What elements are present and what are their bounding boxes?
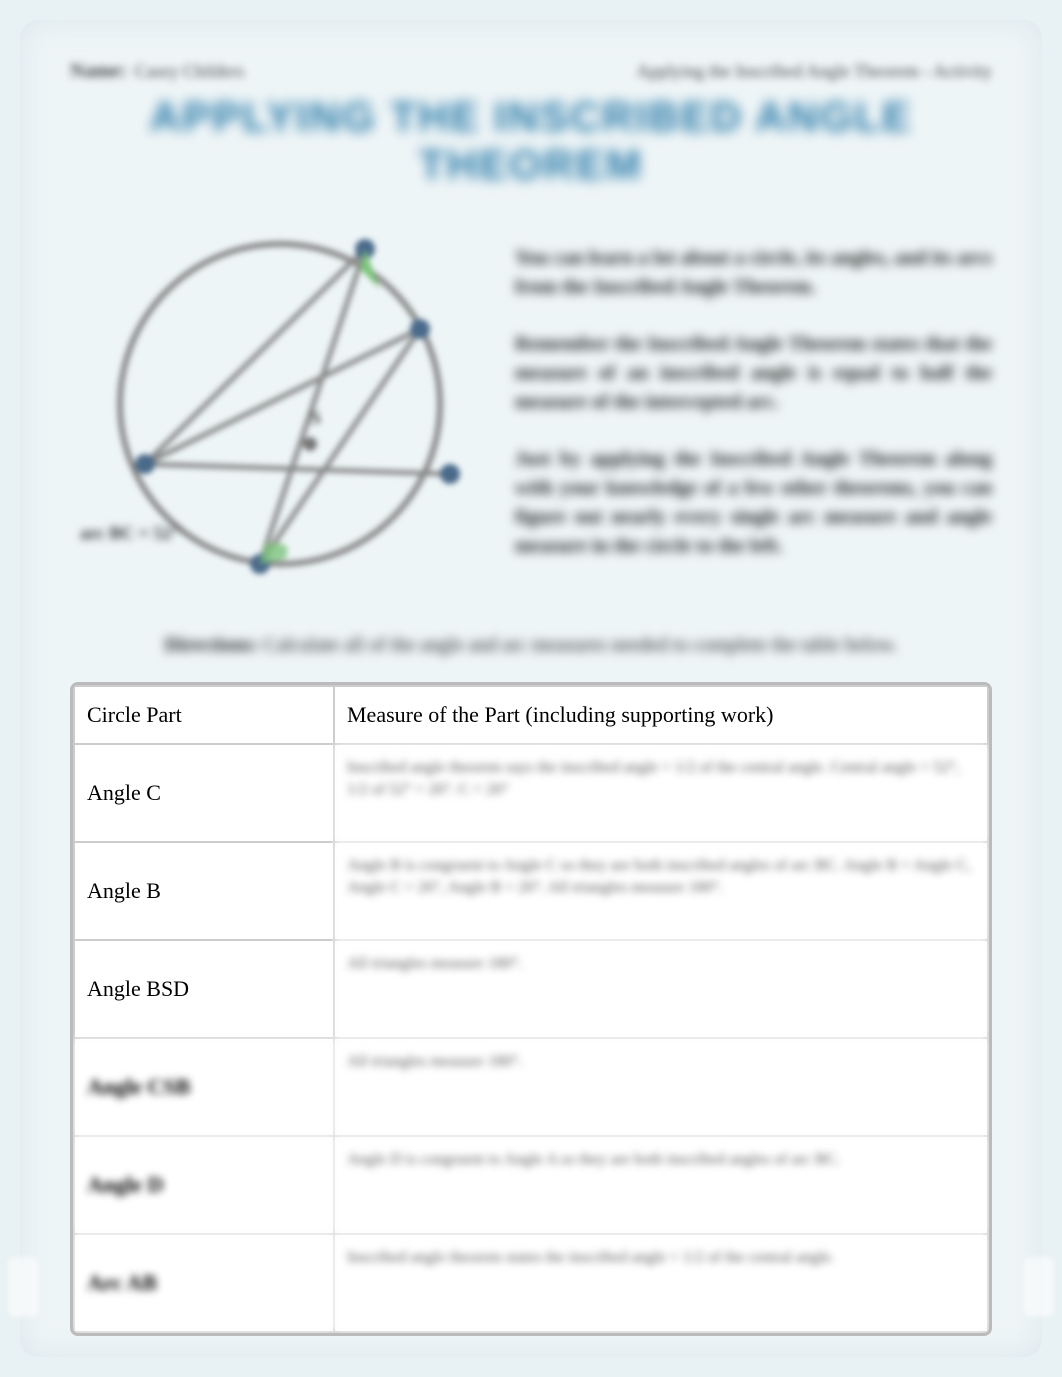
measure-cell: All triangles measure 180°. (334, 1038, 988, 1136)
intro-section: S arc BC = 52° You can learn a lot about… (70, 214, 992, 594)
assignment-title: Applying the Inscribed Angle Theorem - A… (636, 61, 992, 82)
intro-para-2: Remember the Inscribed Angle Theorem sta… (515, 330, 992, 417)
table-header-row: Circle Part Measure of the Part (includi… (74, 686, 988, 744)
measure-cell: Angle B is congruent to Angle C so they … (334, 842, 988, 940)
directions-label: Directions: (164, 634, 258, 656)
measure-cell: Inscribed angle theorem states the inscr… (334, 1234, 988, 1332)
circle-part-cell: Angle BSD (74, 940, 334, 1038)
worksheet-page: Name: Casey Childers Applying the Inscri… (20, 20, 1042, 1357)
col-header-measure: Measure of the Part (including supportin… (334, 686, 988, 744)
table-row: Angle BSDAll triangles measure 180°. (74, 940, 988, 1038)
circle-part-cell: Angle D (74, 1136, 334, 1234)
measure-cell: Angle D is congruent to Angle A so they … (334, 1136, 988, 1234)
measure-cell: Inscribed angle theorem says the inscrib… (334, 744, 988, 842)
arc-label: arc BC = 52° (80, 523, 179, 544)
circle-part-cell: Angle CSB (74, 1038, 334, 1136)
table-row: Angle CSBAll triangles measure 180°. (74, 1038, 988, 1136)
directions-text: Calculate all of the angle and arc measu… (264, 634, 898, 656)
nav-next-icon[interactable] (1024, 1257, 1054, 1317)
nav-prev-icon[interactable] (8, 1257, 38, 1317)
table-row: Angle BAngle B is congruent to Angle C s… (74, 842, 988, 940)
header-left: Name: Casey Childers (70, 60, 244, 83)
table-row: Arc ABInscribed angle theorem states the… (74, 1234, 988, 1332)
intro-para-1: You can learn a lot about a circle, its … (515, 244, 992, 302)
svg-text:S: S (310, 407, 321, 429)
table-row: Angle CInscribed angle theorem says the … (74, 744, 988, 842)
name-value: Casey Childers (135, 61, 245, 82)
table-container: Circle Part Measure of the Part (includi… (70, 682, 992, 1336)
col-header-part: Circle Part (74, 686, 334, 744)
measure-cell: All triangles measure 180°. (334, 940, 988, 1038)
directions: Directions: Calculate all of the angle a… (70, 634, 992, 657)
table-row: Angle DAngle D is congruent to Angle A s… (74, 1136, 988, 1234)
circle-part-cell: Arc AB (74, 1234, 334, 1332)
page-title: APPLYING THE INSCRIBED ANGLE THEOREM (70, 93, 992, 189)
name-label: Name: (70, 60, 127, 83)
circle-part-cell: Angle C (74, 744, 334, 842)
diagram-container: S arc BC = 52° (70, 214, 490, 594)
answers-table: Circle Part Measure of the Part (includi… (73, 685, 989, 1333)
intro-para-3: Just by applying the Inscribed Angle The… (515, 445, 992, 561)
intro-text: You can learn a lot about a circle, its … (515, 214, 992, 594)
circle-part-cell: Angle B (74, 842, 334, 940)
header-row: Name: Casey Childers Applying the Inscri… (70, 60, 992, 83)
